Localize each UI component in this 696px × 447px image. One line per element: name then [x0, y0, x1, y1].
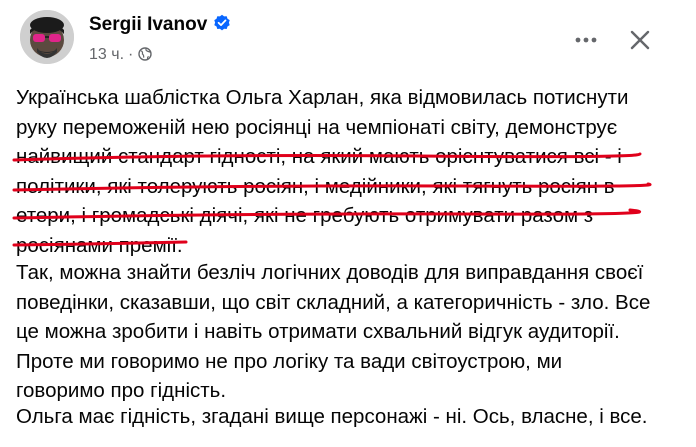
author-name[interactable]: Sergii Ivanov — [89, 14, 231, 36]
verified-badge-icon — [214, 14, 230, 31]
author-name-text: Sergii Ivanov — [89, 14, 208, 35]
facebook-post: Sergii Ivanov 13 ч. · Українська шаблістк… — [0, 0, 696, 447]
meta-separator: · — [128, 46, 134, 63]
close-icon — [630, 30, 650, 50]
text-line: руку переможеній нею росіянці на чемпіон… — [16, 115, 618, 139]
text-line: Так, можна знайти безліч логічних доводі… — [16, 261, 644, 284]
post-timestamp[interactable]: 13 ч. — [89, 46, 124, 63]
text-line: Українська шаблістка Ольга Харлан, яка в… — [16, 86, 629, 109]
post-paragraph-2: Так, можна знайти безліч логічних доводі… — [16, 258, 688, 406]
text-line: етери, і громадські діячі, які не гребую… — [16, 204, 594, 227]
globe-icon[interactable] — [138, 47, 153, 61]
text-line: Проте ми говоримо не про логіку та вади … — [16, 349, 563, 373]
text-line: росіянами премії. — [16, 233, 183, 257]
text-line: поведінки, сказавши, що світ складний, а… — [16, 290, 651, 314]
profile-photo — [20, 10, 74, 64]
text-line: Ольга має гідність, згадані вище персона… — [16, 405, 648, 428]
post-paragraph-3: Ольга має гідність, згадані вище персона… — [16, 402, 688, 432]
avatar[interactable] — [20, 10, 74, 64]
text-line: політики, які толерують росіян, і медійн… — [16, 174, 615, 198]
text-line: це можна зробити і навіть отримати схвал… — [16, 320, 620, 343]
post-paragraph-1: Українська шаблістка Ольга Харлан, яка в… — [16, 83, 688, 260]
text-line: найвищий стандарт гідності, на який мают… — [16, 145, 622, 168]
more-options-button[interactable] — [568, 22, 604, 58]
close-button[interactable] — [622, 22, 658, 58]
post-meta: 13 ч. · — [89, 46, 153, 64]
more-icon — [575, 37, 597, 43]
